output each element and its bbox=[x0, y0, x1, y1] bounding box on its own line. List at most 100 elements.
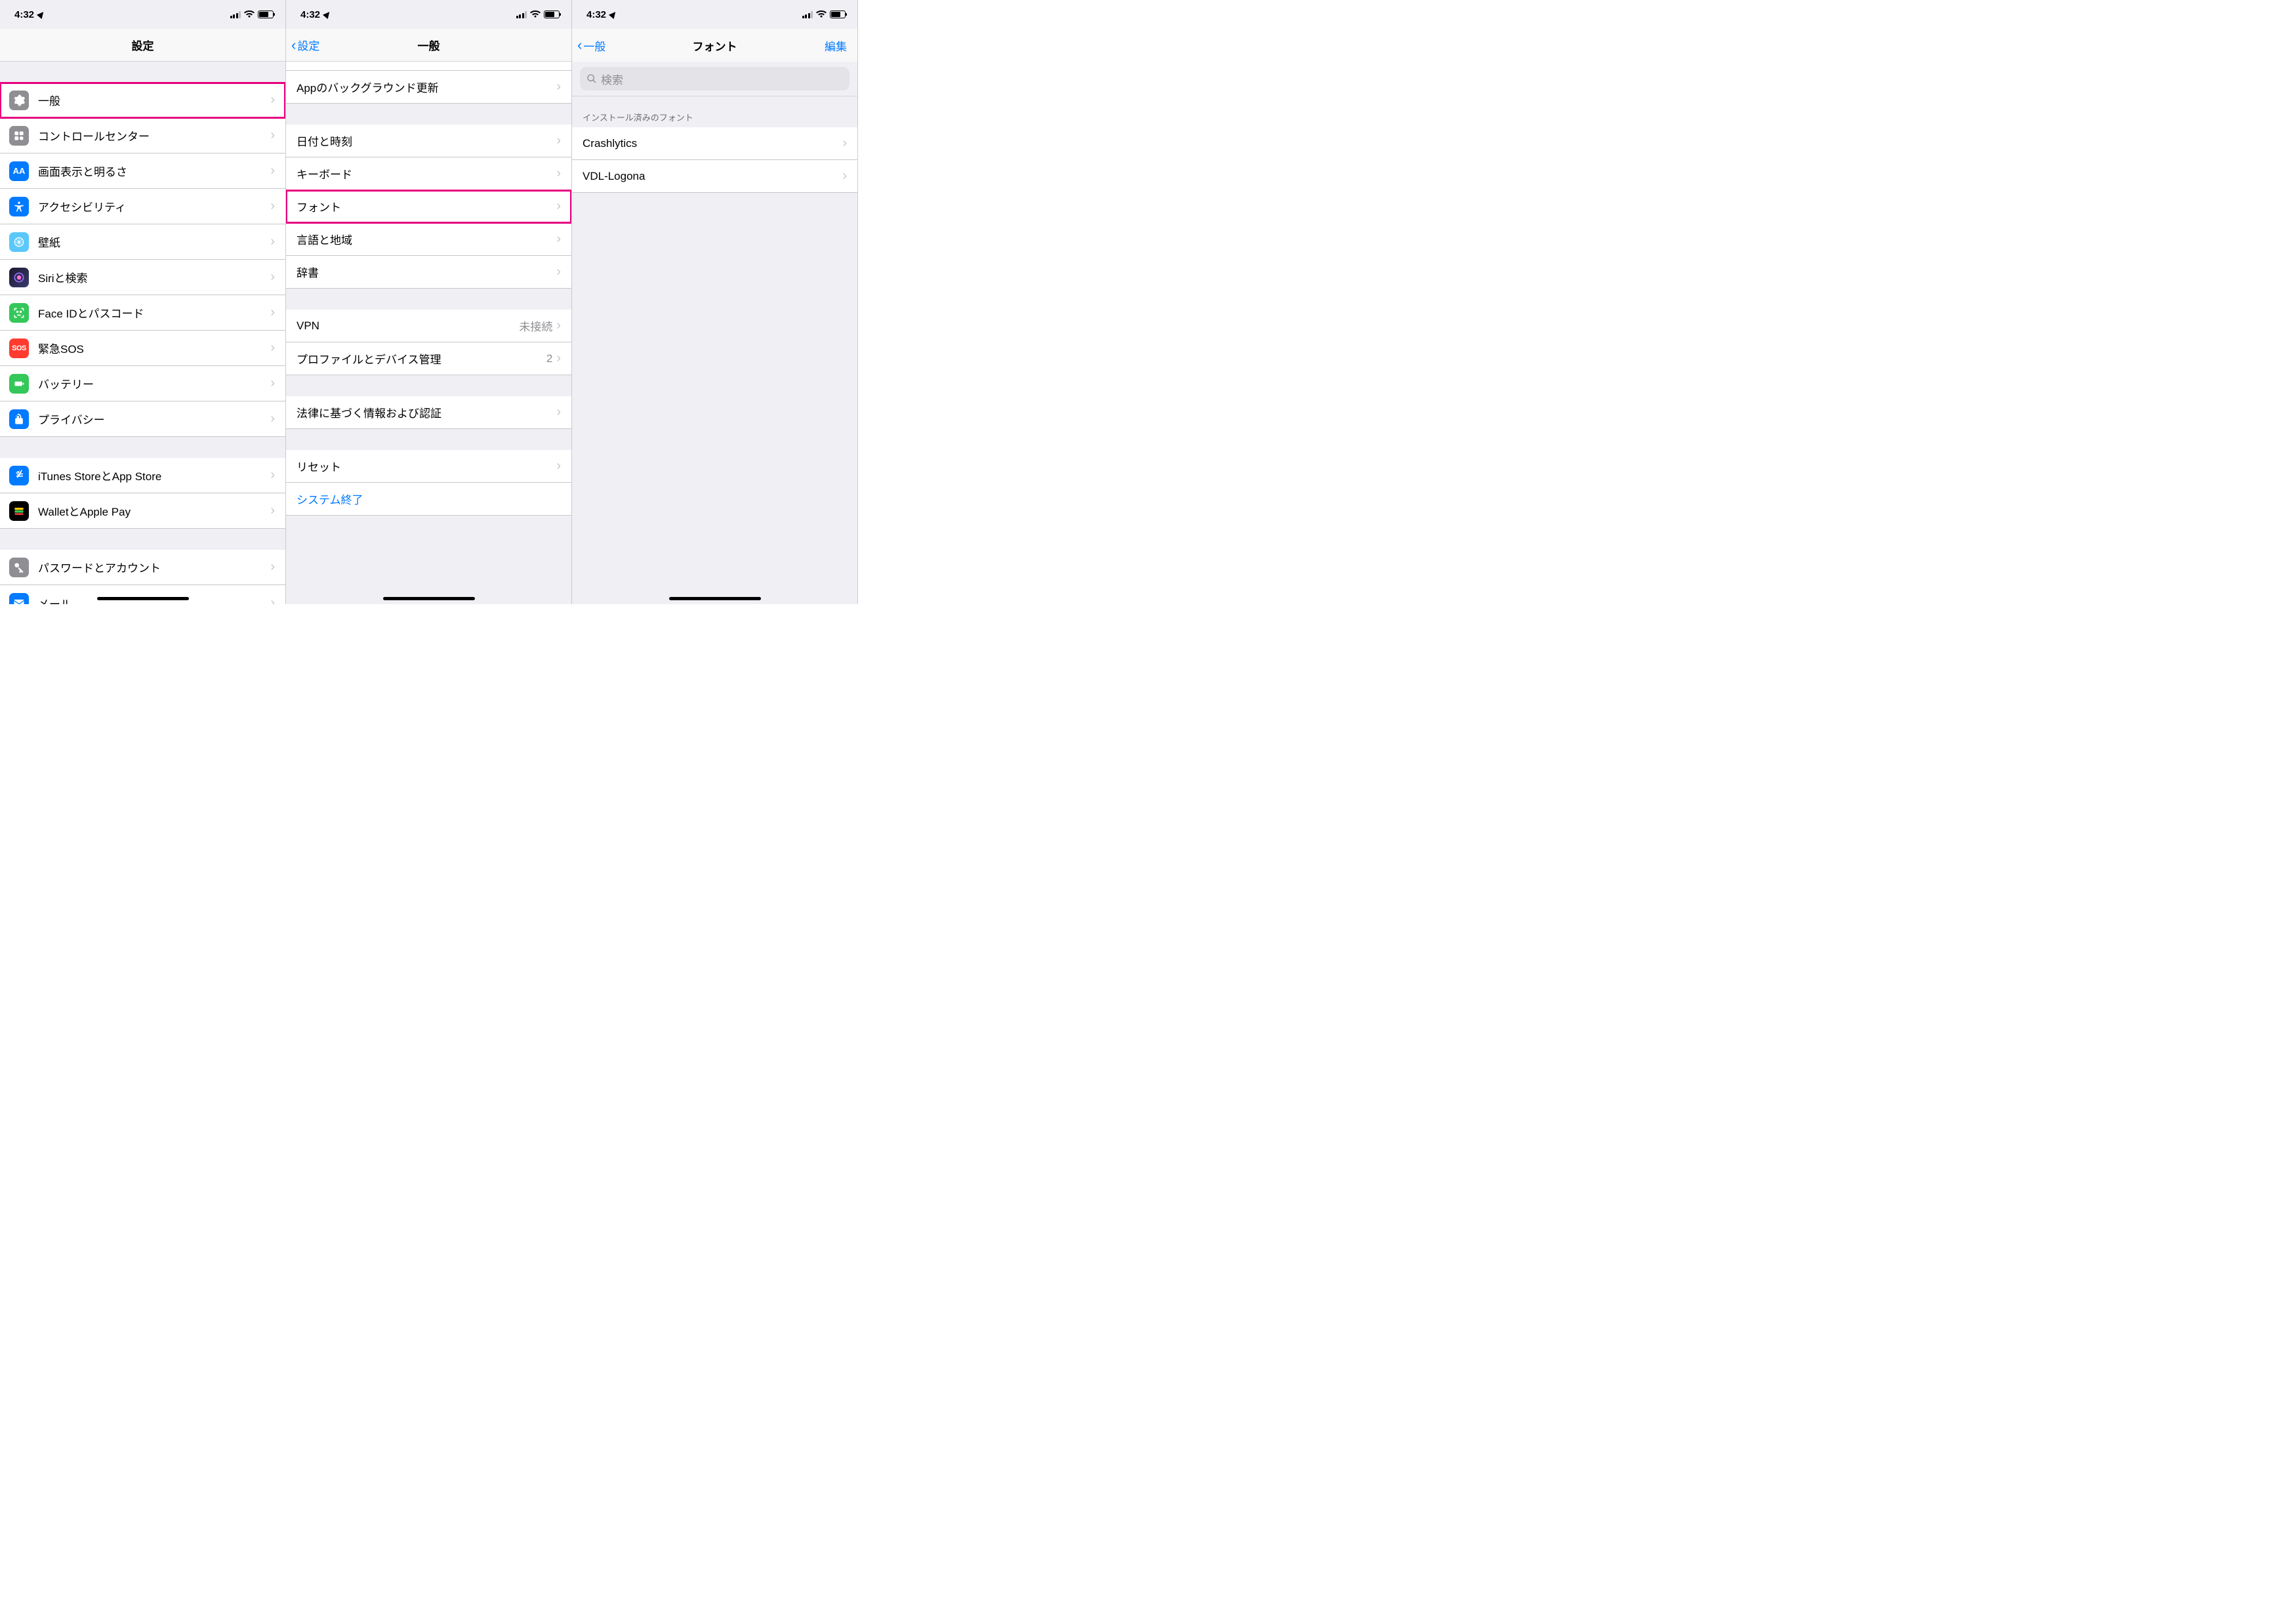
row-legal[interactable]: 法律に基づく情報および認証 › bbox=[286, 396, 571, 429]
chevron-right-icon: › bbox=[842, 169, 847, 184]
chevron-right-icon: › bbox=[270, 376, 275, 391]
nav-bar: 設定 bbox=[0, 29, 285, 62]
phone-general: 4:32 ‹ 設定 一般 Appのバックグラウンド更新 › 日付と時刻 › キー… bbox=[286, 0, 572, 604]
chevron-right-icon: › bbox=[270, 270, 275, 285]
row-font[interactable]: フォント › bbox=[286, 190, 571, 223]
status-time: 4:32 bbox=[586, 9, 606, 20]
control-center-icon bbox=[9, 126, 29, 146]
row-privacy[interactable]: プライバシー › bbox=[0, 401, 285, 437]
chevron-right-icon: › bbox=[270, 560, 275, 575]
row-dictionary[interactable]: 辞書 › bbox=[286, 256, 571, 289]
chevron-right-icon: › bbox=[270, 305, 275, 320]
edit-button[interactable]: 編集 bbox=[825, 37, 847, 54]
row-label: 辞書 bbox=[297, 264, 556, 280]
search-input[interactable]: 検索 bbox=[580, 67, 850, 91]
back-button[interactable]: ‹ 設定 bbox=[291, 37, 319, 53]
row-reset[interactable]: リセット › bbox=[286, 450, 571, 483]
wifi-icon bbox=[530, 10, 541, 18]
row-label: プライバシー bbox=[38, 411, 270, 427]
row-faceid[interactable]: Face IDとパスコード › bbox=[0, 295, 285, 331]
status-time: 4:32 bbox=[300, 9, 320, 20]
cellular-icon bbox=[230, 11, 241, 18]
cellular-icon bbox=[802, 11, 813, 18]
general-list[interactable]: Appのバックグラウンド更新 › 日付と時刻 › キーボード › フォント › … bbox=[286, 62, 571, 604]
edit-label: 編集 bbox=[825, 41, 847, 53]
row-itunes[interactable]: iTunes StoreとApp Store › bbox=[0, 458, 285, 493]
chevron-right-icon: › bbox=[556, 133, 561, 148]
row-accessibility[interactable]: アクセシビリティ › bbox=[0, 189, 285, 224]
status-time: 4:32 bbox=[14, 9, 34, 20]
row-control-center[interactable]: コントロールセンター › bbox=[0, 118, 285, 154]
row-label: Face IDとパスコード bbox=[38, 304, 270, 321]
row-label: 一般 bbox=[38, 92, 270, 108]
row-display[interactable]: AA 画面表示と明るさ › bbox=[0, 154, 285, 189]
accessibility-icon bbox=[9, 197, 29, 216]
chevron-right-icon: › bbox=[270, 199, 275, 214]
row-general[interactable]: 一般 › bbox=[0, 83, 285, 118]
row-battery[interactable]: バッテリー › bbox=[0, 366, 285, 401]
row-language[interactable]: 言語と地域 › bbox=[286, 223, 571, 256]
row-passwords[interactable]: パスワードとアカウント › bbox=[0, 550, 285, 585]
row-vpn[interactable]: VPN 未接続 › bbox=[286, 310, 571, 342]
row-wallpaper[interactable]: 壁紙 › bbox=[0, 224, 285, 260]
nav-title: 設定 bbox=[132, 37, 154, 53]
row-font-item[interactable]: Crashlytics › bbox=[572, 127, 857, 160]
row-label: Siriと検索 bbox=[38, 269, 270, 285]
phone-settings: 4:32 設定 一般 › コントロールセンター › AA bbox=[0, 0, 286, 604]
home-indicator[interactable] bbox=[97, 597, 189, 600]
nav-title: 一般 bbox=[418, 37, 440, 53]
mail-icon bbox=[9, 593, 29, 604]
font-list[interactable]: インストール済みのフォント Crashlytics › VDL-Logona › bbox=[572, 96, 857, 604]
row-bg-refresh[interactable]: Appのバックグラウンド更新 › bbox=[286, 71, 571, 104]
row-cut-off bbox=[286, 62, 571, 71]
back-button[interactable]: ‹ 一般 bbox=[577, 37, 605, 54]
row-label: フォント bbox=[297, 198, 556, 215]
nav-title: フォント bbox=[693, 37, 737, 54]
row-font-item[interactable]: VDL-Logona › bbox=[572, 160, 857, 193]
chevron-right-icon: › bbox=[556, 264, 561, 279]
cellular-icon bbox=[516, 11, 527, 18]
chevron-right-icon: › bbox=[556, 459, 561, 474]
row-label: リセット bbox=[297, 458, 556, 474]
row-label: 壁紙 bbox=[38, 234, 270, 250]
row-label: 緊急SOS bbox=[38, 340, 270, 356]
row-profile[interactable]: プロファイルとデバイス管理 2 › bbox=[286, 342, 571, 375]
chevron-right-icon: › bbox=[270, 234, 275, 249]
row-mail[interactable]: メール › bbox=[0, 585, 285, 604]
row-label: 画面表示と明るさ bbox=[38, 163, 270, 179]
home-indicator[interactable] bbox=[669, 597, 761, 600]
row-wallet[interactable]: WalletとApple Pay › bbox=[0, 493, 285, 529]
chevron-left-icon: ‹ bbox=[291, 38, 296, 52]
row-sos[interactable]: SOS 緊急SOS › bbox=[0, 331, 285, 366]
row-date-time[interactable]: 日付と時刻 › bbox=[286, 125, 571, 157]
chevron-right-icon: › bbox=[270, 92, 275, 108]
home-indicator[interactable] bbox=[383, 597, 475, 600]
row-shutdown[interactable]: システム終了 bbox=[286, 483, 571, 516]
row-detail: 2 bbox=[546, 352, 552, 365]
row-siri[interactable]: Siriと検索 › bbox=[0, 260, 285, 295]
chevron-right-icon: › bbox=[270, 340, 275, 356]
chevron-right-icon: › bbox=[842, 136, 847, 151]
chevron-right-icon: › bbox=[270, 411, 275, 426]
chevron-right-icon: › bbox=[556, 351, 561, 366]
search-container: 検索 bbox=[572, 62, 857, 96]
row-label: VPN bbox=[297, 319, 519, 333]
chevron-right-icon: › bbox=[556, 232, 561, 247]
phone-font: 4:32 ‹ 一般 フォント 編集 検索 インストール済みのフォント Crash… bbox=[572, 0, 858, 604]
row-label: Crashlytics bbox=[583, 137, 842, 150]
chevron-right-icon: › bbox=[556, 199, 561, 214]
search-icon bbox=[586, 73, 597, 84]
status-bar: 4:32 bbox=[286, 0, 571, 29]
privacy-icon bbox=[9, 409, 29, 429]
search-placeholder: 検索 bbox=[601, 71, 623, 87]
wifi-icon bbox=[244, 10, 255, 18]
chevron-right-icon: › bbox=[556, 405, 561, 420]
battery-icon bbox=[258, 10, 274, 18]
chevron-right-icon: › bbox=[270, 128, 275, 143]
row-keyboard[interactable]: キーボード › bbox=[286, 157, 571, 190]
location-icon bbox=[323, 9, 331, 20]
settings-list[interactable]: 一般 › コントロールセンター › AA 画面表示と明るさ › アクセシビリティ… bbox=[0, 62, 285, 604]
row-label: アクセシビリティ bbox=[38, 198, 270, 215]
row-label: コントロールセンター bbox=[38, 127, 270, 144]
row-label: キーボード bbox=[297, 165, 556, 182]
